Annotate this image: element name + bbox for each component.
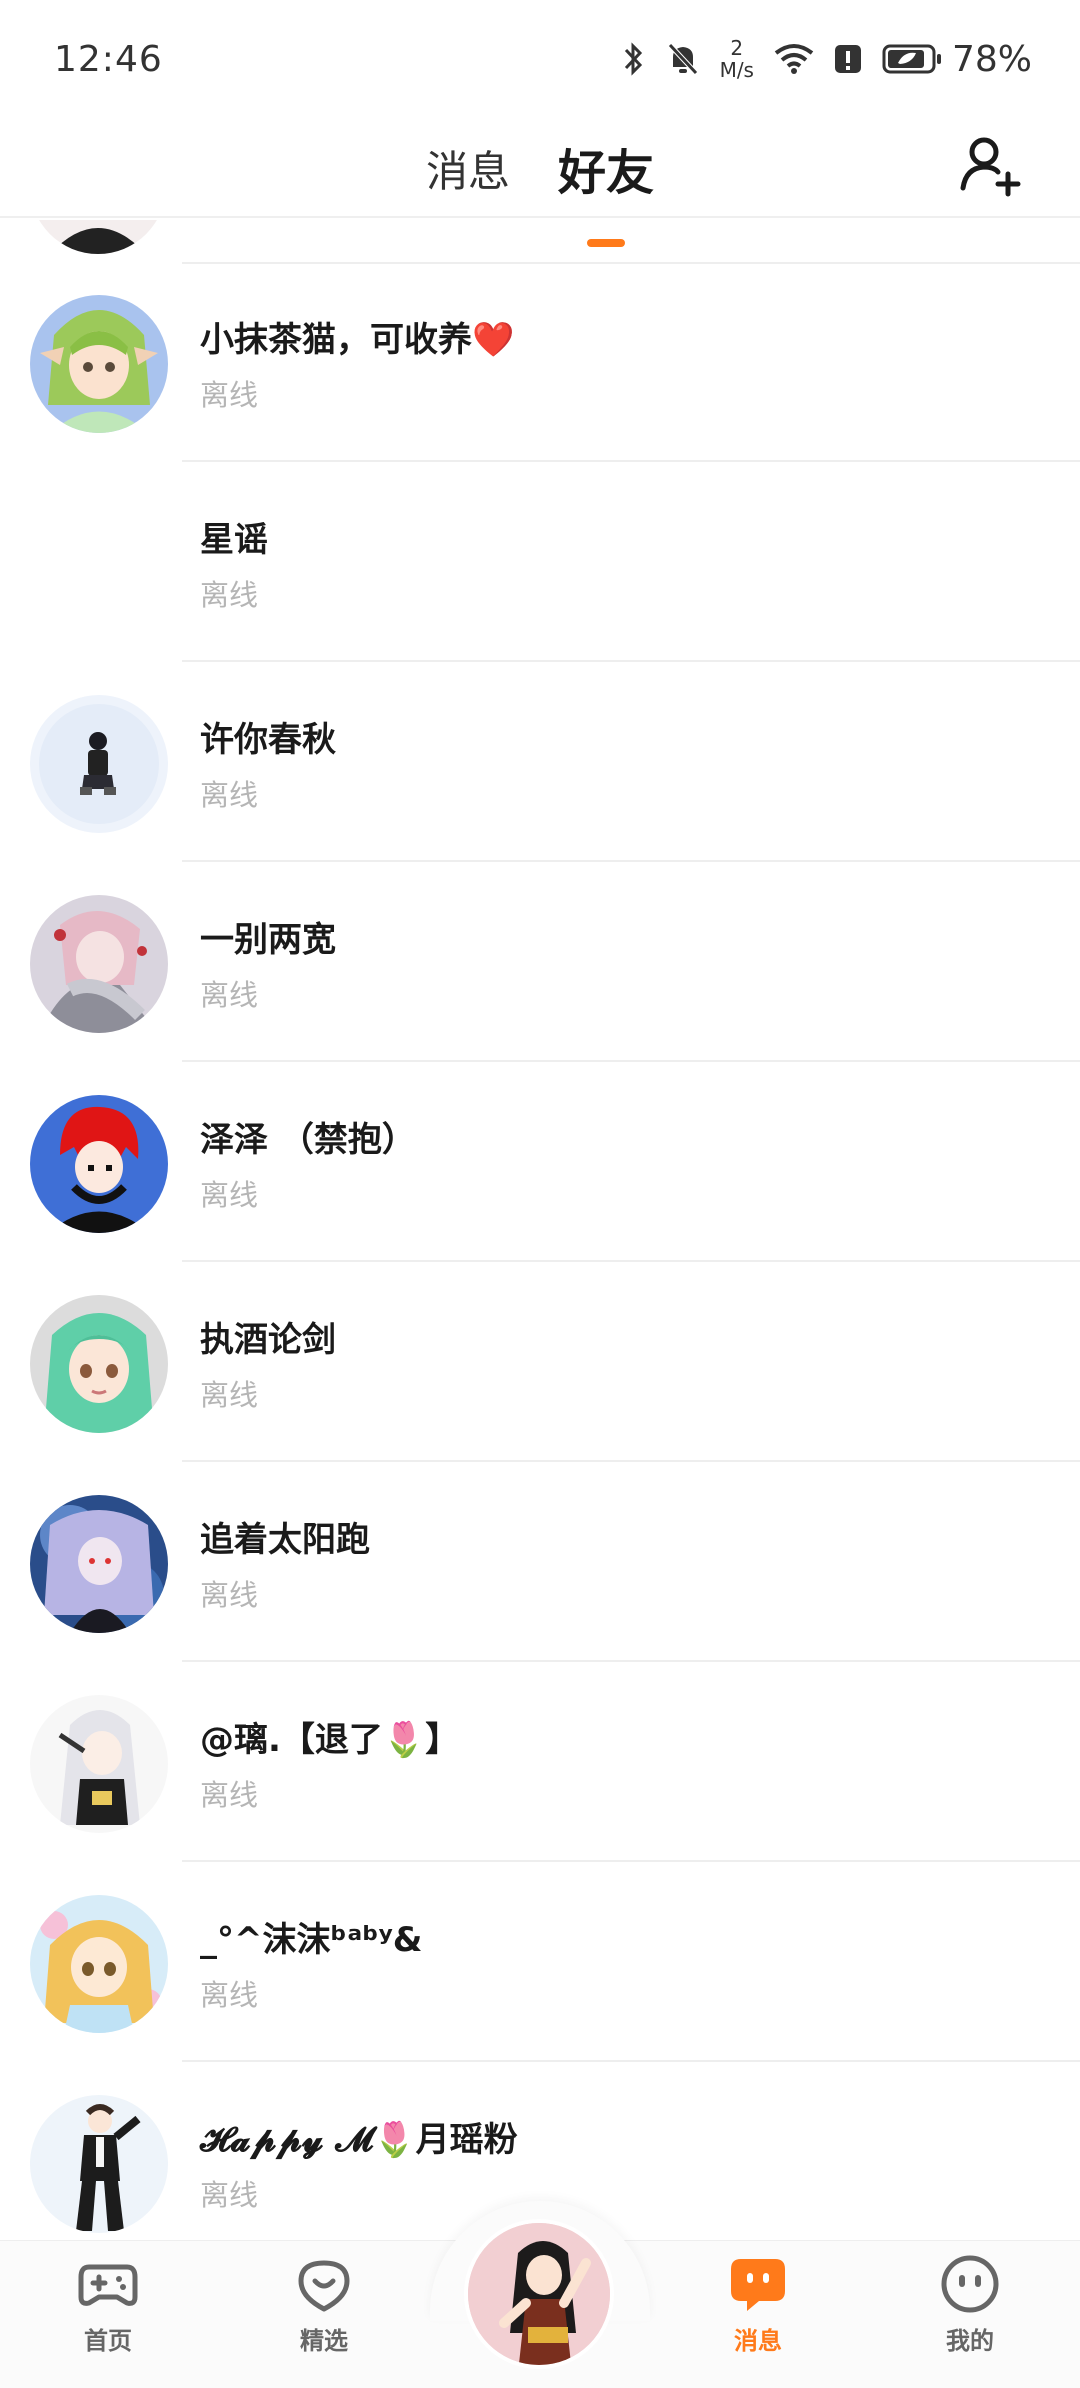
wifi-icon [774,44,814,74]
smiley-face-icon [941,2255,999,2313]
status-icons: 2 M/s 78% [622,37,1032,81]
avatar [30,895,168,1033]
tab-friends[interactable]: 好友 [554,133,658,247]
avatar [30,295,168,433]
friend-status: 离线 [200,378,259,412]
status-time: 12:46 [54,38,163,80]
avatar [30,1895,168,2033]
net-speed: 2 M/s [720,37,754,81]
avatar [30,1495,168,1633]
user-avatar[interactable] [464,2219,614,2369]
bluetooth-icon [624,42,642,76]
friend-status: 离线 [200,1578,259,1612]
avatar [30,1095,168,1233]
friend-row[interactable]: 许你春秋 离线 [0,662,1080,862]
nav-home-label: 首页 [84,2327,132,2355]
nav-home[interactable]: 首页 [38,2253,178,2356]
friend-name: 𝓗𝓪𝓹𝓹𝔂 𝓜🌷月瑶粉 [200,2120,518,2160]
nav-messages-label: 消息 [734,2327,782,2355]
friend-list[interactable]: 小抹茶猫，可收养❤️ 离线 星谣 离线 许你春秋 离线 一别两宽 离线 泽泽 （… [0,220,1080,2240]
battery-icon [882,44,941,74]
nav-featured-label: 精选 [300,2327,348,2355]
friend-status: 离线 [200,578,259,612]
friend-row[interactable]: 执酒论剑 离线 [0,1262,1080,1462]
avatar [30,695,168,833]
gamepad-icon [78,2264,138,2306]
friend-row[interactable]: 泽泽 （禁抱） 离线 [0,1062,1080,1262]
friend-status: 离线 [200,1178,259,1212]
friend-row[interactable]: 追着太阳跑 离线 [0,1462,1080,1662]
friend-name: 执酒论剑 [200,1320,336,1360]
friend-name: 小抹茶猫，可收养❤️ [200,320,515,360]
friend-row[interactable]: 星谣 离线 [0,462,1080,662]
header: 消息 好友 [0,118,1080,247]
friend-name: @璃.【退了🌷】 [200,1720,460,1760]
avatar [30,2095,168,2233]
battery: 78% [882,39,1032,80]
avatar [30,1695,168,1833]
friend-name: 泽泽 （禁抱） [200,1120,416,1160]
friend-status: 离线 [200,1378,259,1412]
avatar [30,220,166,254]
tab-bar: 消息 好友 [0,118,1080,247]
chat-bubble-icon [731,2259,785,2311]
net-speed-unit: M/s [719,58,754,82]
friend-name: 一别两宽 [200,920,336,960]
friend-name: _°^沫沫ᵇᵃᵇʸ& [200,1920,423,1960]
friend-status: 离线 [200,1778,259,1812]
avatar [30,1295,168,1433]
heart-bubble-icon [298,2260,350,2312]
friend-status: 离线 [200,978,259,1012]
mute-bell-icon [667,43,698,75]
friend-row[interactable]: _°^沫沫ᵇᵃᵇʸ& 离线 [0,1862,1080,2062]
friend-row[interactable]: 小抹茶猫，可收养❤️ 离线 [0,262,1080,462]
tab-messages[interactable]: 消息 [422,138,514,199]
friend-status: 离线 [200,778,259,812]
status-bar: 12:46 2 M/s 78% [0,0,1080,118]
alert-icon [834,45,861,73]
nav-messages[interactable]: 消息 [688,2253,828,2356]
add-user-icon[interactable] [958,132,1026,200]
friend-row[interactable]: @璃.【退了🌷】 离线 [0,1662,1080,1862]
net-speed-value: 2 [730,36,744,60]
battery-percent: 78% [951,38,1032,80]
bottom-nav: 首页 精选 消息 我的 [0,2201,1080,2388]
friend-name: 许你春秋 [200,720,336,760]
nav-featured[interactable]: 精选 [254,2253,394,2356]
avatar [30,495,168,633]
friend-name: 星谣 [200,520,268,560]
friend-status: 离线 [200,2178,259,2212]
friend-row[interactable]: 一别两宽 离线 [0,862,1080,1062]
nav-me-label: 我的 [946,2327,994,2355]
nav-me[interactable]: 我的 [900,2253,1040,2356]
friend-name: 追着太阳跑 [200,1520,370,1560]
friend-status: 离线 [200,1978,259,2012]
